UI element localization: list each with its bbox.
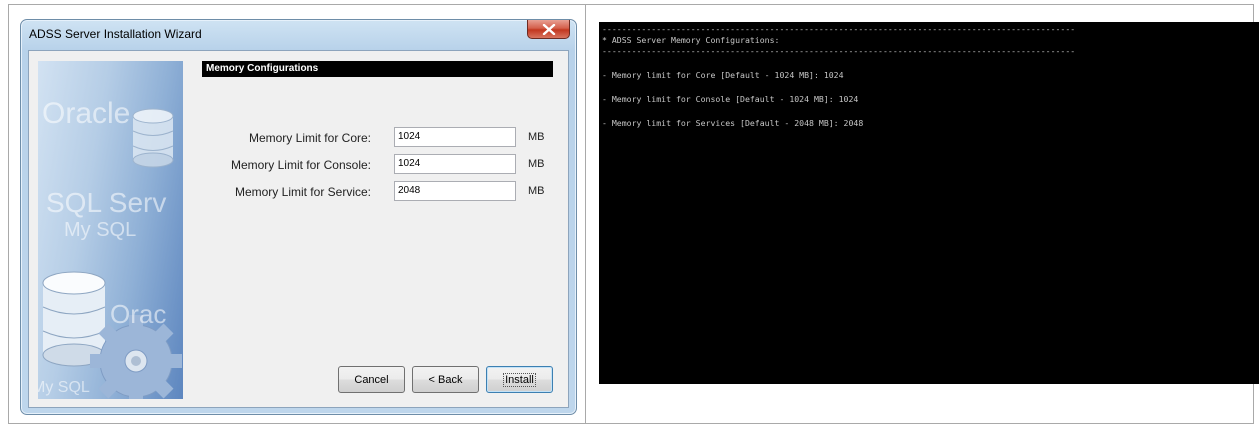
service-memory-row: Memory Limit for Service: 2048 MB bbox=[202, 181, 553, 203]
console-line-services: - Memory limit for Services [Default - 2… bbox=[602, 118, 864, 128]
service-memory-input[interactable]: 2048 bbox=[394, 181, 516, 201]
console-window: ----------------------------------------… bbox=[599, 22, 1259, 384]
console-line-core: - Memory limit for Core [Default - 1024 … bbox=[602, 70, 844, 80]
service-memory-label: Memory Limit for Service: bbox=[234, 185, 371, 199]
console-memory-row: Memory Limit for Console: 1024 MB bbox=[202, 154, 553, 176]
close-icon bbox=[542, 23, 555, 35]
section-title: Memory Configurations bbox=[202, 61, 553, 77]
frame-divider bbox=[585, 4, 586, 424]
installation-wizard-window: ADSS Server Installation Wizard Oracle S… bbox=[20, 19, 577, 415]
install-button-label: Install bbox=[503, 372, 536, 387]
console-line-console: - Memory limit for Console [Default - 10… bbox=[602, 94, 859, 104]
console-separator-top: ----------------------------------------… bbox=[602, 24, 1076, 34]
console-separator-bottom: ----------------------------------------… bbox=[602, 46, 1076, 56]
side-text-mysql: My SQL bbox=[64, 219, 137, 241]
cancel-button[interactable]: Cancel bbox=[338, 366, 405, 393]
console-memory-label: Memory Limit for Console: bbox=[230, 158, 371, 172]
wizard-client-area: Oracle SQL Serv My SQL Orac My SQL Memor… bbox=[28, 50, 569, 408]
console-memory-input[interactable]: 1024 bbox=[394, 154, 516, 174]
service-memory-unit: MB bbox=[528, 185, 545, 197]
close-button[interactable] bbox=[527, 20, 570, 39]
back-button[interactable]: < Back bbox=[412, 366, 479, 393]
window-title: ADSS Server Installation Wizard bbox=[29, 27, 202, 41]
database-banner-image: Oracle SQL Serv My SQL Orac My SQL bbox=[38, 61, 183, 399]
side-text-sql-server: SQL Serv bbox=[46, 187, 167, 218]
core-memory-label: Memory Limit for Core: bbox=[248, 131, 371, 145]
side-text-oracle-small: Orac bbox=[110, 299, 167, 329]
core-memory-input[interactable]: 1024 bbox=[394, 127, 516, 147]
side-text-mysql-bottom: My SQL bbox=[38, 379, 90, 396]
core-memory-unit: MB bbox=[528, 131, 545, 143]
console-memory-unit: MB bbox=[528, 158, 545, 170]
side-text-oracle: Oracle bbox=[42, 97, 131, 130]
console-heading: * ADSS Server Memory Configurations: bbox=[602, 35, 780, 45]
install-button[interactable]: Install bbox=[486, 366, 553, 393]
core-memory-row: Memory Limit for Core: 1024 MB bbox=[202, 127, 553, 149]
